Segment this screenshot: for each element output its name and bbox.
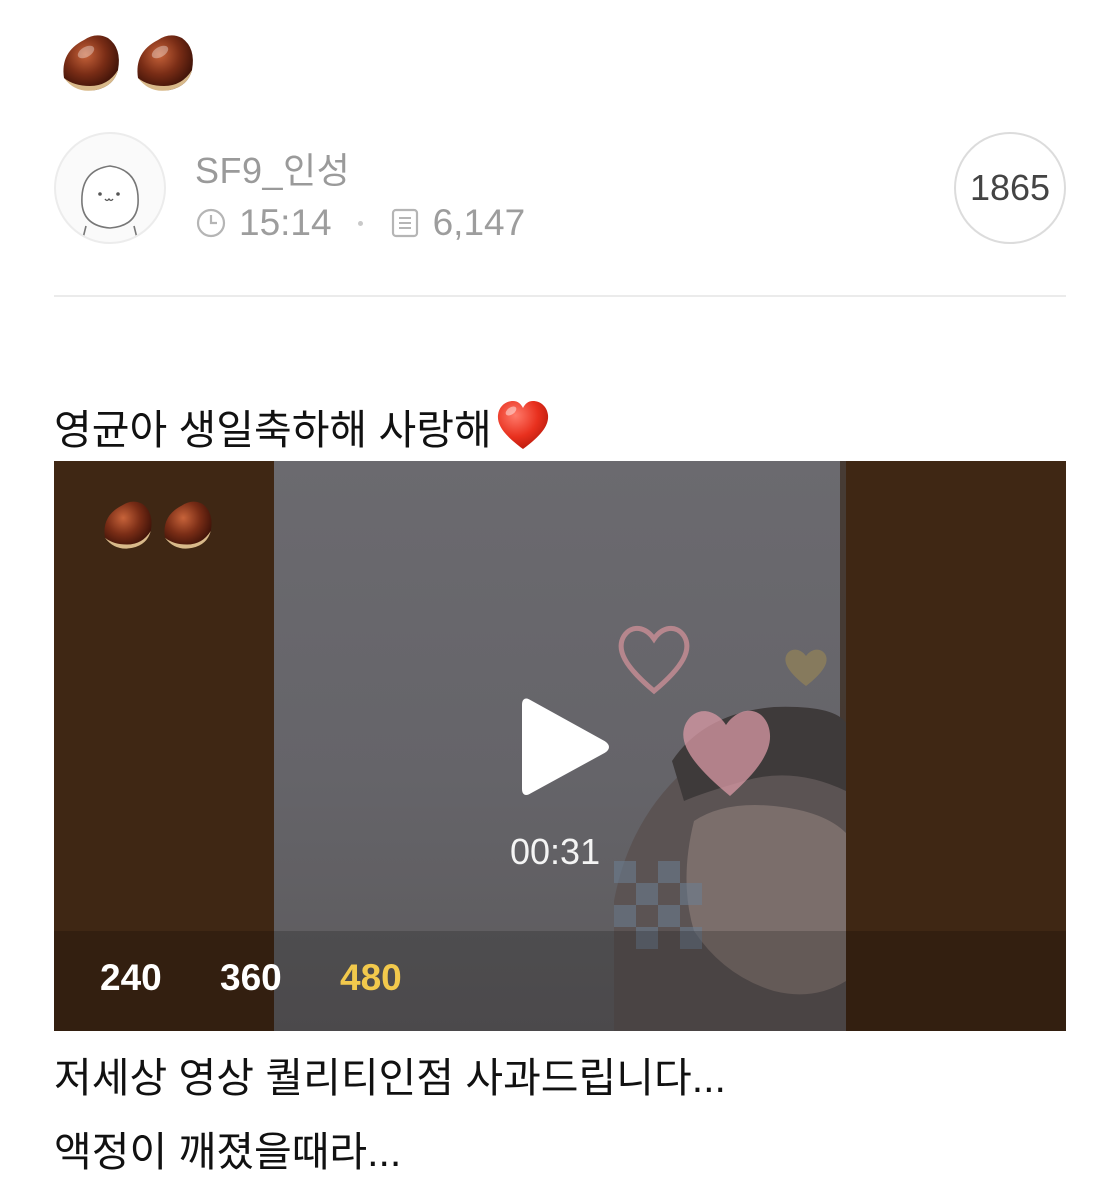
meta-separator: [357, 220, 363, 226]
post-title: 영균아 생일축하해 사랑해: [54, 396, 552, 456]
post-caption-line: 저세상 영상 퀄리티인점 사과드립니다...: [54, 1055, 726, 1101]
document-icon: [391, 208, 418, 238]
video-chestnut-sticker: [98, 497, 216, 553]
video-player[interactable]: 00:31 240 360 480: [54, 461, 1066, 1031]
chestnut-icon: [164, 501, 212, 549]
default-avatar-icon: [81, 165, 139, 242]
author-name[interactable]: SF9_인성: [195, 142, 350, 194]
video-duration: 00:31: [510, 831, 601, 872]
clock-icon: [196, 208, 226, 238]
header-stickers: [56, 30, 198, 96]
post-time: 15:14: [239, 202, 332, 243]
comment-count-button[interactable]: 1865: [954, 132, 1066, 244]
quality-option-360[interactable]: 360: [220, 957, 282, 999]
chestnut-icon: [137, 35, 193, 91]
chestnut-icon: [63, 35, 119, 91]
author-avatar[interactable]: [54, 132, 166, 244]
quality-option-240[interactable]: 240: [100, 957, 162, 999]
post-author-row: SF9_인성 15:14 6,147 1865: [54, 132, 1066, 250]
post-caption-line: 액정이 깨졌을때라...: [54, 1129, 402, 1175]
red-heart-icon: [497, 401, 548, 449]
post-meta: 15:14 6,147: [195, 202, 525, 244]
chestnut-icon: [104, 501, 152, 549]
divider: [54, 295, 1066, 297]
post-views: 6,147: [432, 202, 526, 243]
play-icon[interactable]: [520, 695, 610, 799]
quality-option-480[interactable]: 480: [340, 957, 402, 999]
post-title-text: 영균아 생일축하해 사랑해: [54, 407, 492, 453]
